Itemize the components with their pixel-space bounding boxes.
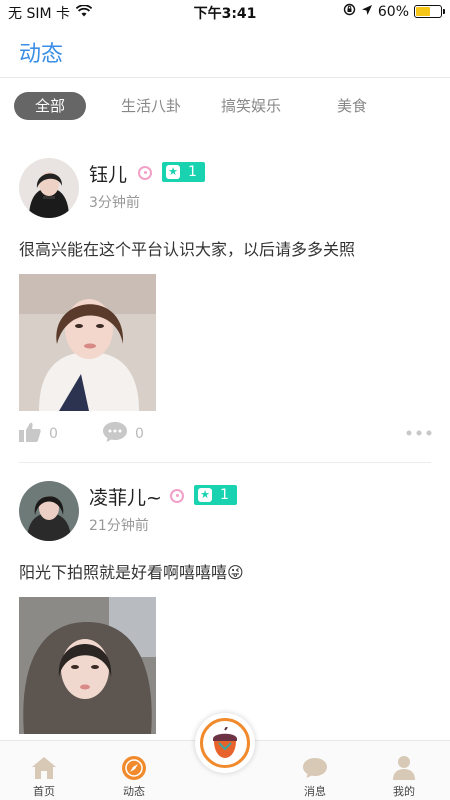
battery-icon <box>414 5 445 18</box>
star-icon: ★ <box>166 165 180 179</box>
post-divider <box>19 462 431 463</box>
post-content: 很高兴能在这个平台认识大家，以后请多多关照 <box>19 240 356 259</box>
status-bar: 无 SIM 卡 下午3:41 60% <box>0 0 450 24</box>
tab-label: 动态 <box>123 785 145 798</box>
thumbs-up-icon <box>19 422 41 446</box>
message-icon <box>285 755 345 781</box>
post-text: 阳光下拍照就是好看啊嘻嘻嘻 <box>19 563 228 582</box>
avatar[interactable] <box>19 481 79 541</box>
verified-key-icon <box>170 489 184 503</box>
like-button[interactable]: 0 <box>19 422 58 446</box>
post-content: 阳光下拍照就是好看啊嘻嘻嘻😜 <box>19 559 244 583</box>
tab-life-gossip[interactable]: 生活八卦 <box>113 92 189 120</box>
like-count: 0 <box>49 426 58 442</box>
more-options-icon[interactable] <box>406 430 432 436</box>
nav-bar: 动态 <box>0 26 450 78</box>
page-title: 动态 <box>19 42 64 67</box>
tab-home[interactable]: 首页 <box>14 755 74 799</box>
tab-moments[interactable]: 动态 <box>104 755 164 799</box>
tab-label: 消息 <box>304 785 326 798</box>
tab-label: 首页 <box>33 785 55 798</box>
username[interactable]: 凌菲儿~ <box>89 483 162 510</box>
tab-food[interactable]: 美食 <box>322 92 382 120</box>
tab-profile[interactable]: 我的 <box>374 755 434 799</box>
username[interactable]: 钰儿 <box>89 160 127 187</box>
category-tabs: 全部 生活八卦 搞笑娱乐 美食 <box>0 92 450 122</box>
bottom-tab-bar: 首页 动态 消息 我的 <box>0 713 450 800</box>
location-arrow-icon <box>361 4 373 20</box>
compass-icon <box>104 755 164 781</box>
battery-percent: 60% <box>377 3 409 20</box>
comment-count: 0 <box>135 426 144 442</box>
post-photo[interactable] <box>19 274 156 411</box>
comment-button[interactable]: 0 <box>103 422 144 446</box>
comment-bubble-icon <box>103 422 127 446</box>
verified-key-icon <box>138 166 152 180</box>
tab-messages[interactable]: 消息 <box>285 755 345 799</box>
level-value: 1 <box>188 164 197 180</box>
acorn-logo-icon <box>200 718 250 768</box>
post-time: 3分钟前 <box>89 195 140 211</box>
orientation-lock-icon <box>343 3 356 20</box>
home-icon <box>14 755 74 781</box>
post-actions: 0 0 <box>0 422 450 450</box>
tab-all[interactable]: 全部 <box>14 92 86 120</box>
tab-funny-entertainment[interactable]: 搞笑娱乐 <box>213 92 289 120</box>
post-photo[interactable] <box>19 597 156 734</box>
level-badge: ★ 1 <box>194 485 237 505</box>
star-icon: ★ <box>198 488 212 502</box>
level-badge: ★ 1 <box>162 162 205 182</box>
tab-label: 我的 <box>393 785 415 798</box>
avatar[interactable] <box>19 158 79 218</box>
emoji: 😜 <box>227 563 244 582</box>
center-action-button[interactable] <box>195 713 255 773</box>
level-value: 1 <box>220 487 229 503</box>
profile-icon <box>374 755 434 781</box>
post-time: 21分钟前 <box>89 518 149 534</box>
